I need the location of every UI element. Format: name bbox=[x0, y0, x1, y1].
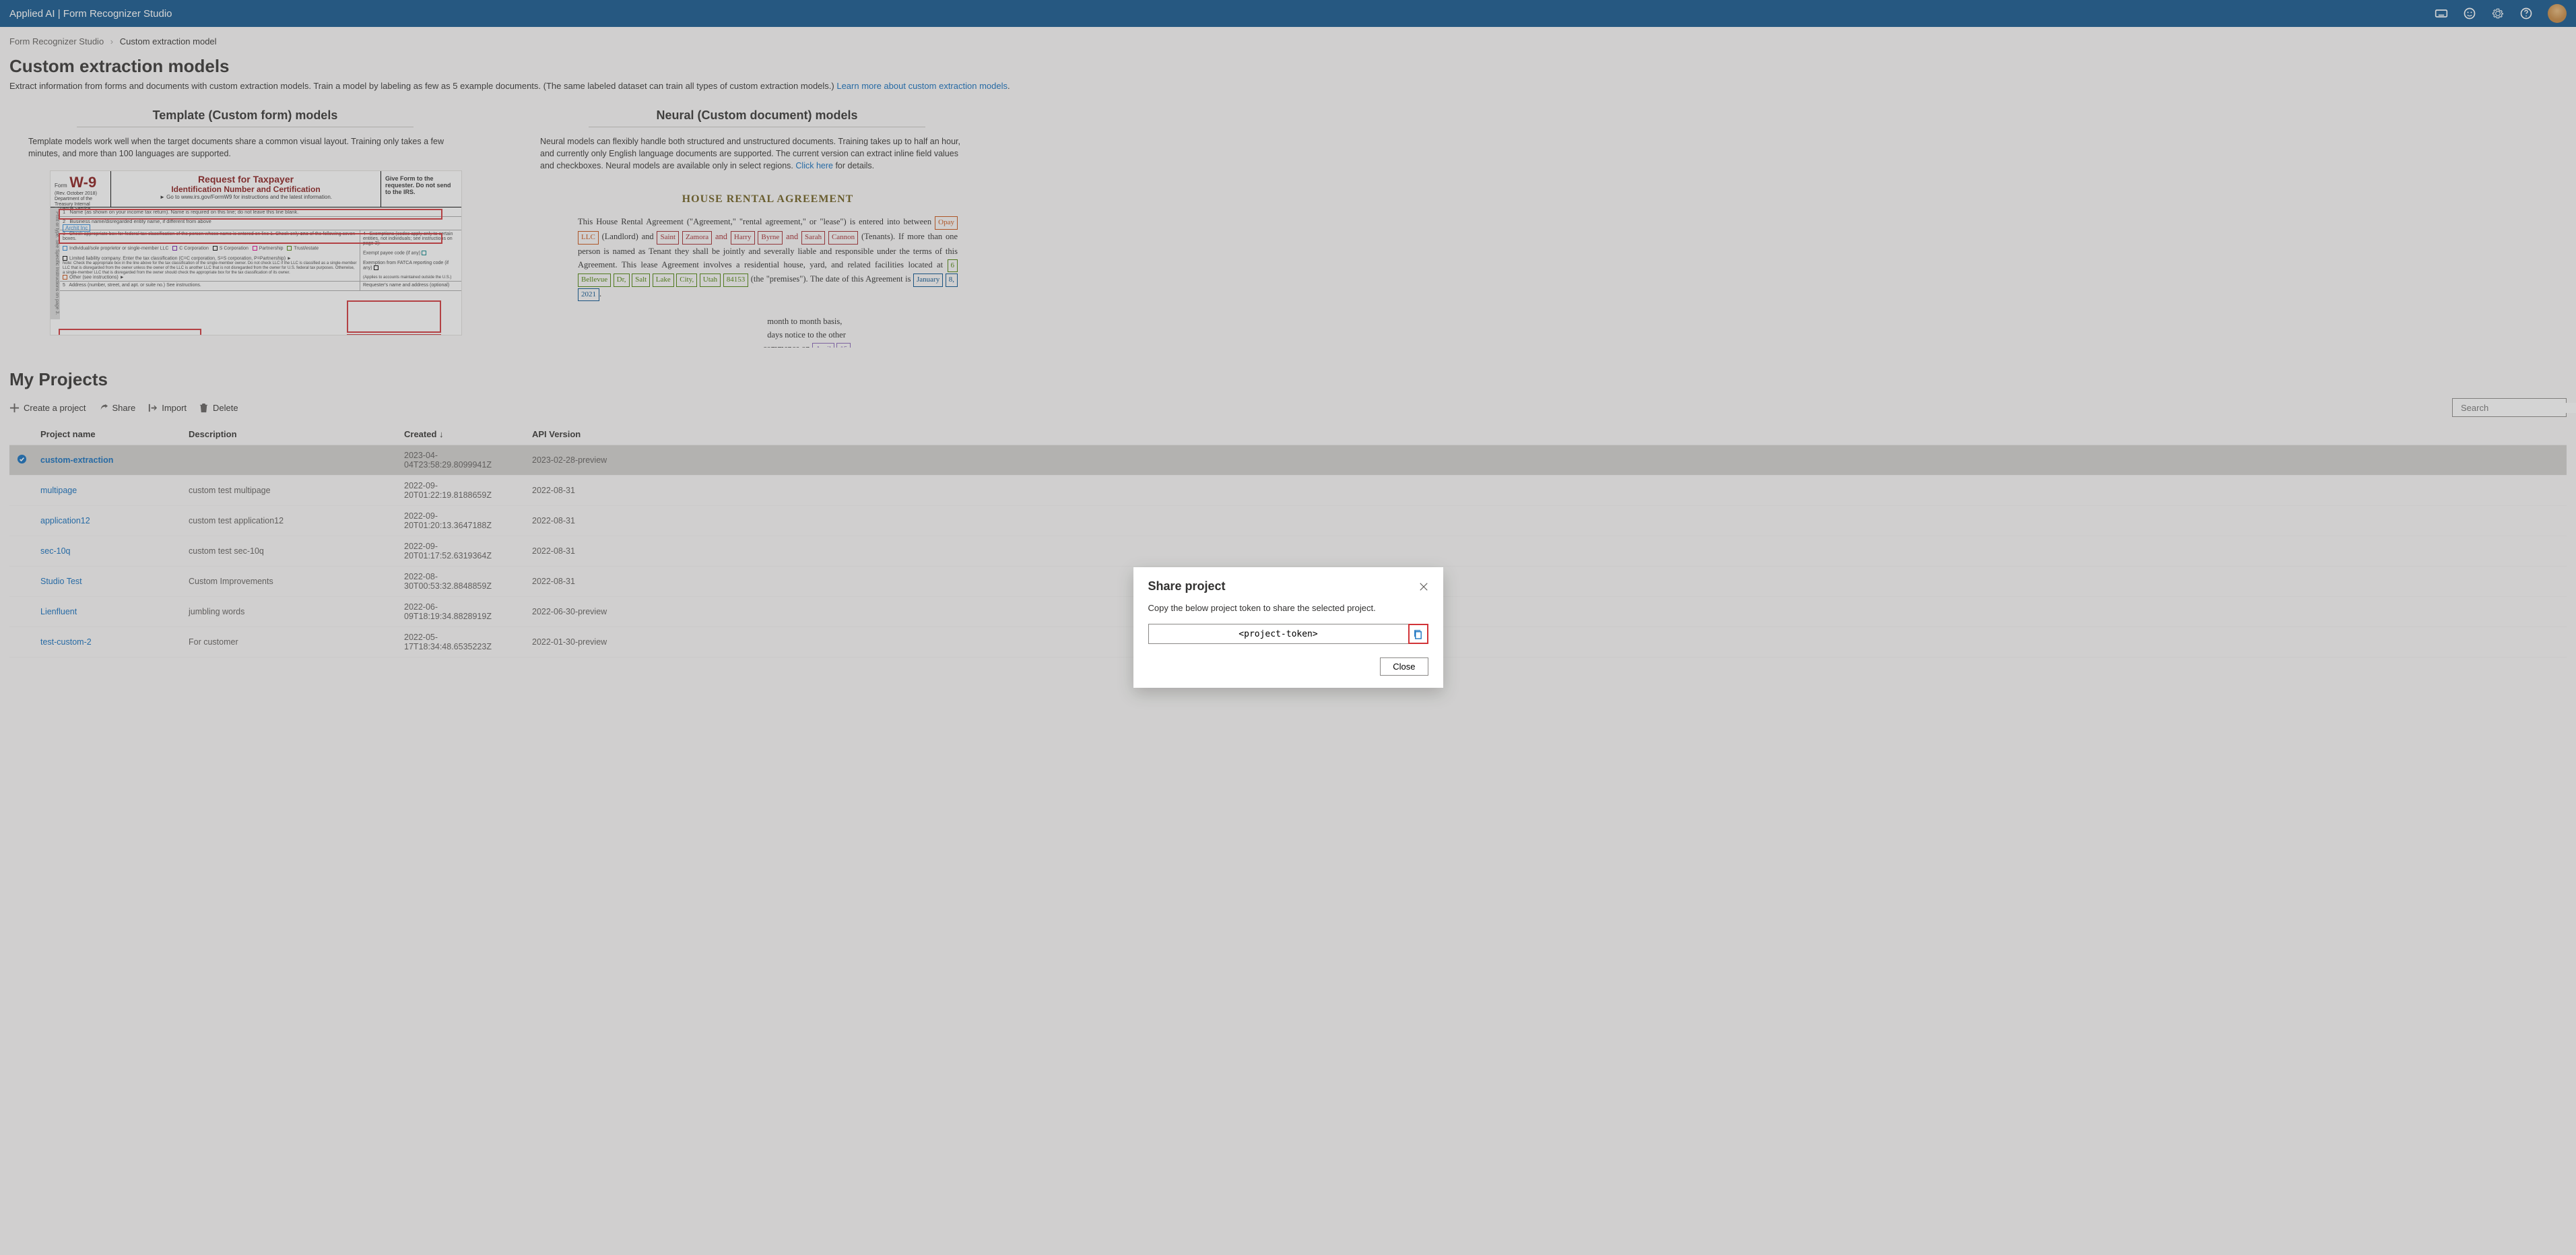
close-icon bbox=[1419, 582, 1428, 591]
copy-icon bbox=[1413, 629, 1423, 639]
modal-desc: Copy the below project token to share th… bbox=[1148, 603, 1428, 613]
copy-token-button[interactable] bbox=[1408, 624, 1428, 644]
modal-close-footer-button[interactable]: Close bbox=[1380, 657, 1428, 676]
modal-close-button[interactable] bbox=[1419, 582, 1428, 591]
modal-overlay[interactable]: Share project Copy the below project tok… bbox=[0, 0, 2576, 1255]
modal-title: Share project bbox=[1148, 579, 1226, 593]
share-project-modal: Share project Copy the below project tok… bbox=[1133, 567, 1443, 688]
project-token-input[interactable] bbox=[1148, 624, 1408, 644]
